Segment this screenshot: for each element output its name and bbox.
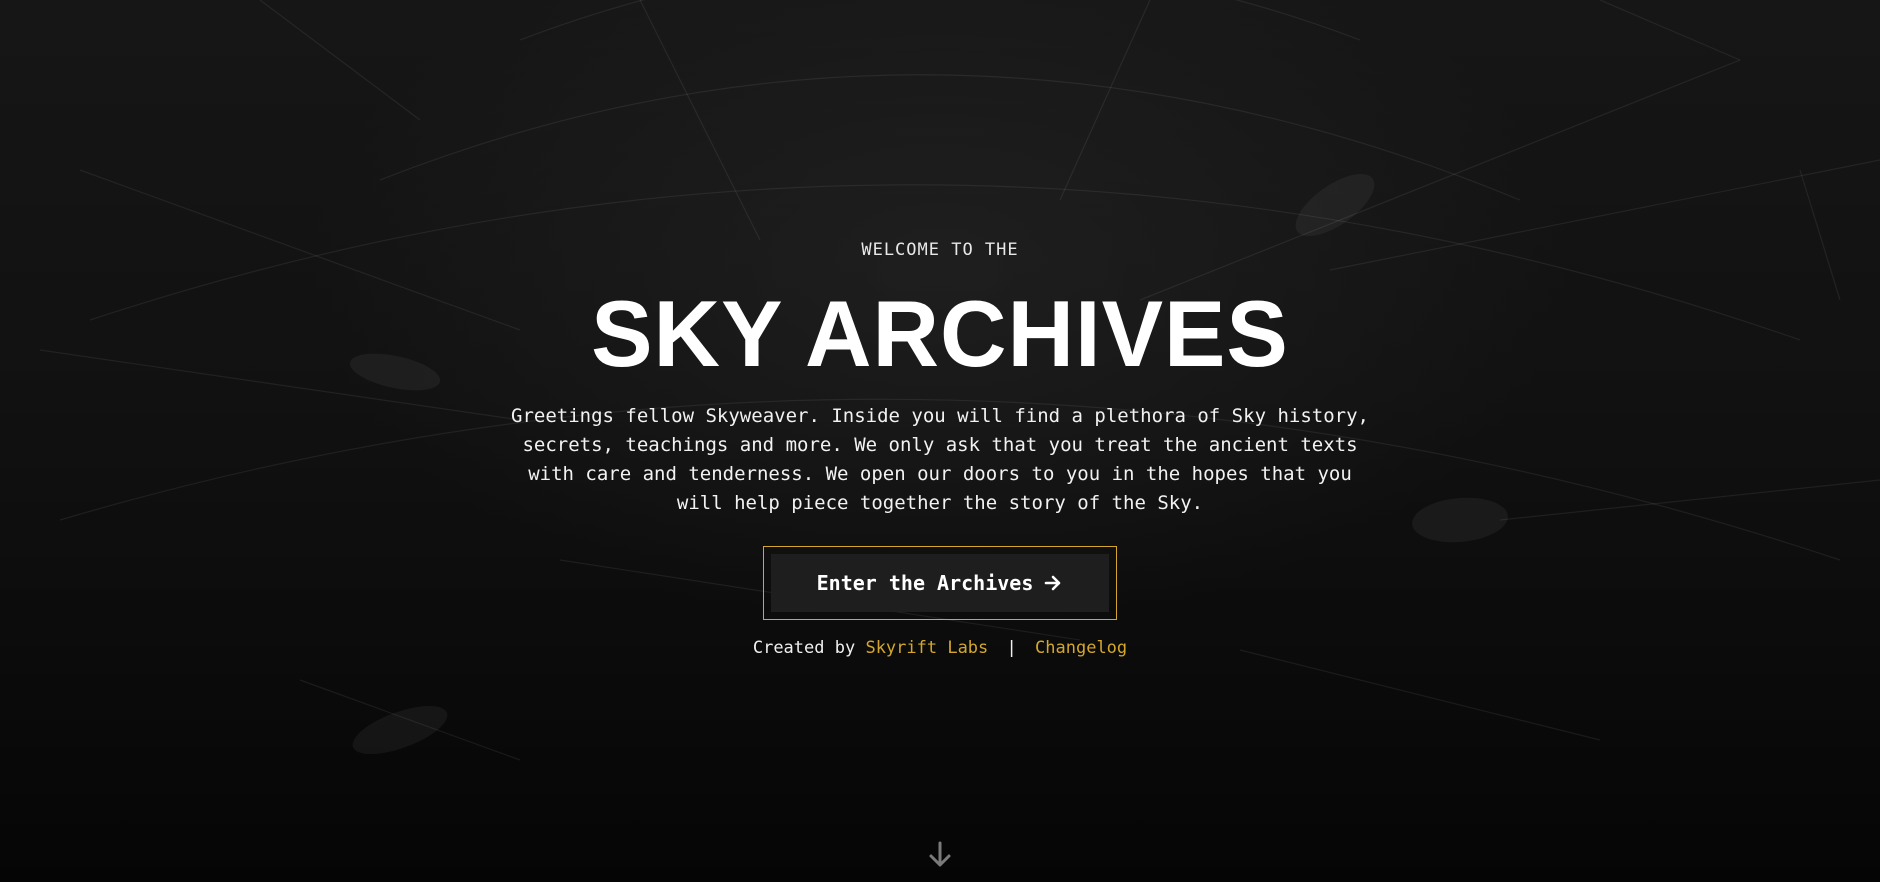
page-title: SKY ARCHIVES bbox=[591, 281, 1289, 386]
enter-archives-button[interactable]: Enter the Archives bbox=[771, 554, 1109, 612]
hero-section: WELCOME TO THE SKY ARCHIVES Greetings fe… bbox=[0, 0, 1880, 882]
enter-archives-label: Enter the Archives bbox=[816, 571, 1034, 595]
hero-content: WELCOME TO THE SKY ARCHIVES Greetings fe… bbox=[0, 238, 1880, 658]
arrow-down-icon[interactable] bbox=[925, 840, 955, 870]
credits-line: Created by Skyrift Labs | Changelog bbox=[0, 638, 1880, 658]
intro-description: Greetings fellow Skyweaver. Inside you w… bbox=[511, 405, 1369, 514]
credits-separator: | bbox=[1006, 638, 1017, 658]
changelog-link[interactable]: Changelog bbox=[1035, 638, 1127, 658]
credits-prefix: Created by bbox=[752, 638, 856, 658]
eyebrow-text: WELCOME TO THE bbox=[861, 240, 1019, 260]
skyrift-labs-link[interactable]: Skyrift Labs bbox=[865, 638, 988, 658]
cta-frame: Enter the Archives bbox=[763, 546, 1117, 620]
arrow-right-icon bbox=[1045, 575, 1061, 591]
